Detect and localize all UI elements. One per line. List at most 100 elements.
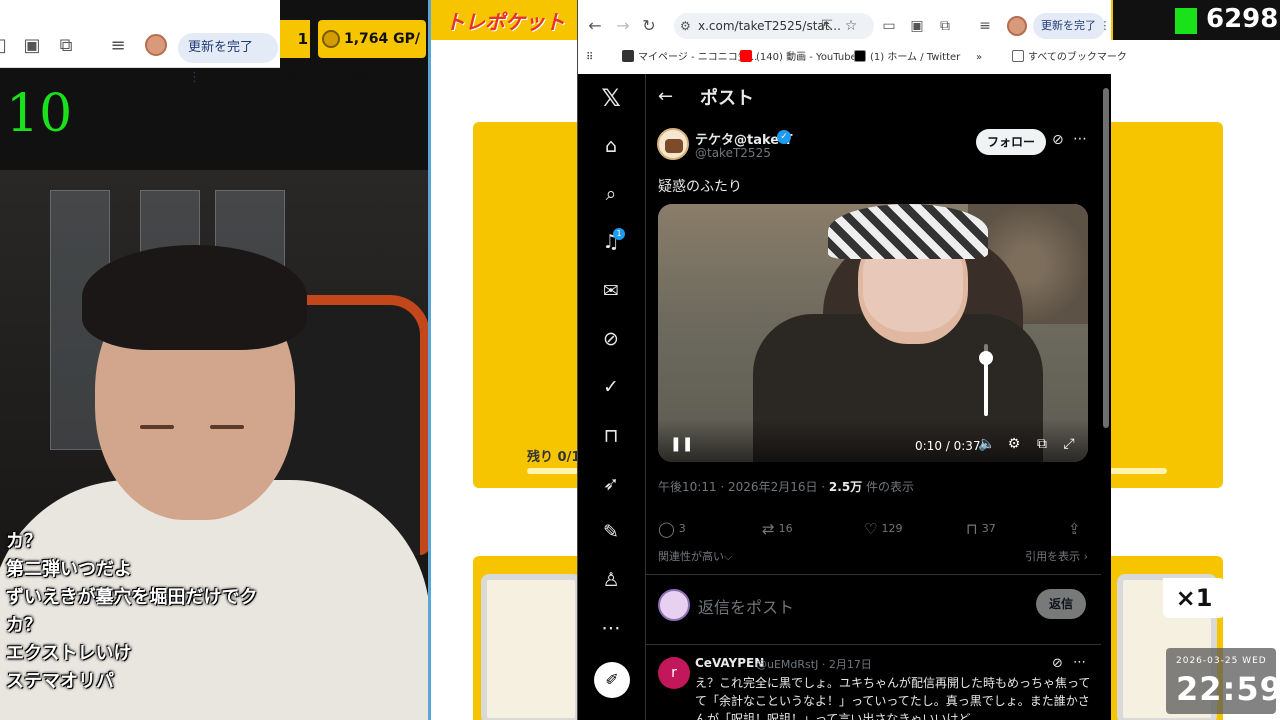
profile-icon[interactable]: ♙ — [599, 568, 623, 592]
site-logo[interactable]: トレポケット — [445, 6, 565, 35]
bookmark-star-icon[interactable]: ☆ — [840, 15, 862, 37]
more-options-icon[interactable]: ⋯ — [1073, 655, 1086, 670]
multiplier-badge: ×1 — [1163, 578, 1225, 618]
x-icon — [854, 50, 866, 62]
commenter-name[interactable]: CeVAYPEN — [695, 656, 764, 670]
bookmark-label: (1) ホーム / Twitter — [870, 52, 961, 63]
pause-icon[interactable]: ❚❚ — [670, 436, 693, 452]
more-icon[interactable]: ⋯ — [599, 616, 623, 640]
bookmark-youtube[interactable]: (140) 動画 - YouTube — [740, 50, 857, 66]
share-action[interactable]: ⇪ — [1068, 520, 1085, 538]
search-icon[interactable]: ⌕ — [599, 182, 623, 206]
points-label: 1 PT — [280, 20, 310, 86]
left-browser-toolbar: ▯ ▣ ⧉ ≡ 更新を完了 ⋮ — [0, 0, 280, 85]
commenter-avatar[interactable]: r — [658, 657, 690, 689]
x-sidebar-nav: 𝕏 ⌂ ⌕ ♫ 1 ✉ ⊘ ✓ ⊓ ➶ ✎ ♙ ⋯ ✐ — [578, 74, 644, 720]
fullscreen-icon[interactable]: ⤢ — [1060, 436, 1078, 452]
home-icon[interactable]: ⌂ — [599, 134, 623, 158]
back-arrow-icon[interactable]: ← — [658, 86, 673, 107]
grok-icon[interactable]: ⊘ — [599, 327, 623, 351]
extensions-icon[interactable]: ⧉ — [56, 36, 76, 56]
tab-icon[interactable]: ▯ — [0, 36, 12, 56]
update-button[interactable]: 更新を完了 ⋮ — [1033, 13, 1111, 39]
site-info-icon[interactable]: ⚙ — [680, 13, 691, 39]
x-app: 𝕏 ⌂ ⌕ ♫ 1 ✉ ⊘ ✓ ⊓ ➶ ✎ ♙ ⋯ ✐ ← ポスト テケタ@ta… — [578, 74, 1111, 720]
post-text: 疑惑のふたり — [658, 179, 742, 195]
screenshot-icon[interactable]: ▣ — [22, 36, 42, 56]
repost-action[interactable]: ⇄ 16 — [762, 520, 793, 538]
back-icon[interactable]: ← — [584, 15, 606, 37]
reply-input[interactable]: 返信をポスト — [698, 594, 794, 618]
niconico-icon — [622, 50, 634, 62]
update-button[interactable]: 更新を完了 ⋮ — [178, 33, 278, 85]
person-hair — [82, 245, 307, 350]
more-options-icon[interactable]: ⋯ — [1073, 131, 1087, 147]
divider — [646, 644, 1101, 645]
messages-icon[interactable]: ✉ — [599, 279, 623, 303]
apps-icon[interactable]: ⠿ — [586, 50, 593, 66]
browser-window: ← → ↻ ⚙ x.com/takeT2525/stat... ⇱ ☆ ▭ ▣ … — [577, 0, 1127, 720]
profile-avatar[interactable] — [145, 34, 167, 56]
install-icon[interactable]: ⇱ — [816, 15, 838, 37]
reload-icon[interactable]: ↻ — [638, 15, 660, 37]
author-avatar[interactable] — [657, 128, 689, 160]
bookmark-all[interactable]: すべてのブックマーク — [1012, 50, 1127, 66]
post-actions: ◯ 3 ⇄ 16 ♡ 129 ⊓ 37 ⇪ — [658, 518, 1088, 540]
bookmark-niconico[interactable]: マイページ - ニコニコ生... — [622, 50, 757, 66]
heart-icon: ♡ — [864, 520, 878, 538]
avatar-image — [665, 139, 683, 153]
scrollbar[interactable] — [1103, 88, 1109, 428]
chat-line: ステマオリパ — [6, 671, 114, 692]
media-control-icon[interactable]: ≡ — [974, 15, 996, 37]
bookmarks-overflow-icon[interactable]: » — [976, 50, 982, 66]
sort-dropdown[interactable]: 関連性が高い⌵ — [658, 550, 732, 563]
chat-line: カ？ — [6, 531, 42, 552]
like-count: 129 — [881, 522, 903, 535]
settings-icon[interactable]: ⚙ — [1005, 436, 1023, 452]
webcam-panel: ▯ ▣ ⧉ ≡ 更新を完了 ⋮ 1 PT 1,764 GP/交換 10 カ？ 第… — [0, 0, 428, 720]
author-handle[interactable]: @takeT2525 — [695, 146, 771, 160]
bookmark-action[interactable]: ⊓ 37 — [966, 520, 996, 538]
page-title: ポスト — [700, 88, 754, 109]
cast-icon[interactable]: ▭ — [878, 15, 900, 37]
articles-icon[interactable]: ✎ — [599, 520, 623, 544]
video-player[interactable]: ❚❚ 0:10 / 0:37 🔈 ⚙ ⧉ ⤢ — [658, 204, 1088, 462]
verified-icon[interactable]: ✓ — [599, 375, 623, 399]
bookmark-icon: ⊓ — [966, 520, 978, 538]
compose-post-button[interactable]: ✐ — [594, 662, 630, 698]
post-meta: 午後10:11 · 2026年2月16日 · 2.5万 件の表示 — [658, 478, 914, 495]
bookmarks-icon[interactable]: ⊓ — [599, 424, 623, 448]
repost-count: 16 — [778, 522, 793, 535]
x-logo-icon[interactable]: 𝕏 — [599, 86, 623, 110]
view-quotes-link[interactable]: 引用を表示 › — [1025, 548, 1088, 564]
verified-badge-icon: ✓ — [777, 130, 791, 144]
rocket-icon[interactable]: ➶ — [599, 472, 623, 496]
commenter-handle[interactable]: @uEMdRstJ · 2月17日 — [756, 656, 872, 672]
profile-avatar[interactable] — [1007, 16, 1027, 36]
pokemon-card — [481, 574, 581, 720]
forward-icon[interactable]: → — [612, 15, 634, 37]
browser-toolbar: ← → ↻ ⚙ x.com/takeT2525/stat... ⇱ ☆ ▭ ▣ … — [578, 0, 1127, 74]
reply-action[interactable]: ◯ 3 — [658, 520, 686, 538]
youtube-icon — [740, 50, 752, 62]
bookmarks-bar: ⠿ マイページ - ニコニコ生... (140) 動画 - YouTube (1… — [578, 45, 1127, 71]
miniplayer-icon[interactable]: ⧉ — [1033, 436, 1051, 452]
volume-slider[interactable] — [979, 344, 993, 416]
media-control-icon[interactable]: ≡ — [108, 36, 128, 56]
volume-icon[interactable]: 🔈 — [978, 436, 996, 452]
bookmark-twitter[interactable]: (1) ホーム / Twitter — [854, 50, 960, 66]
extensions-icon[interactable]: ⧉ — [934, 15, 956, 37]
grok-icon[interactable]: ⊘ — [1052, 656, 1063, 671]
post-detail: ← ポスト テケタ@take T ✓ @takeT2525 フォロー ⊘ ⋯ 疑… — [646, 74, 1101, 720]
coin-icon — [322, 30, 340, 48]
follow-button[interactable]: フォロー — [976, 129, 1046, 155]
gp-exchange-button[interactable]: 1,764 GP/交換 — [318, 20, 426, 85]
score-counter: 6298 — [1206, 4, 1279, 34]
post-datetime[interactable]: 午後10:11 · 2026年2月16日 · — [658, 480, 829, 494]
grok-icon[interactable]: ⊘ — [1052, 132, 1064, 148]
like-action[interactable]: ♡ 129 — [864, 520, 902, 538]
update-label: 更新を完了 — [1041, 19, 1096, 32]
k-logo-icon — [1175, 8, 1197, 34]
reply-button[interactable]: 返信 — [1036, 589, 1086, 619]
screenshot-icon[interactable]: ▣ — [906, 15, 928, 37]
